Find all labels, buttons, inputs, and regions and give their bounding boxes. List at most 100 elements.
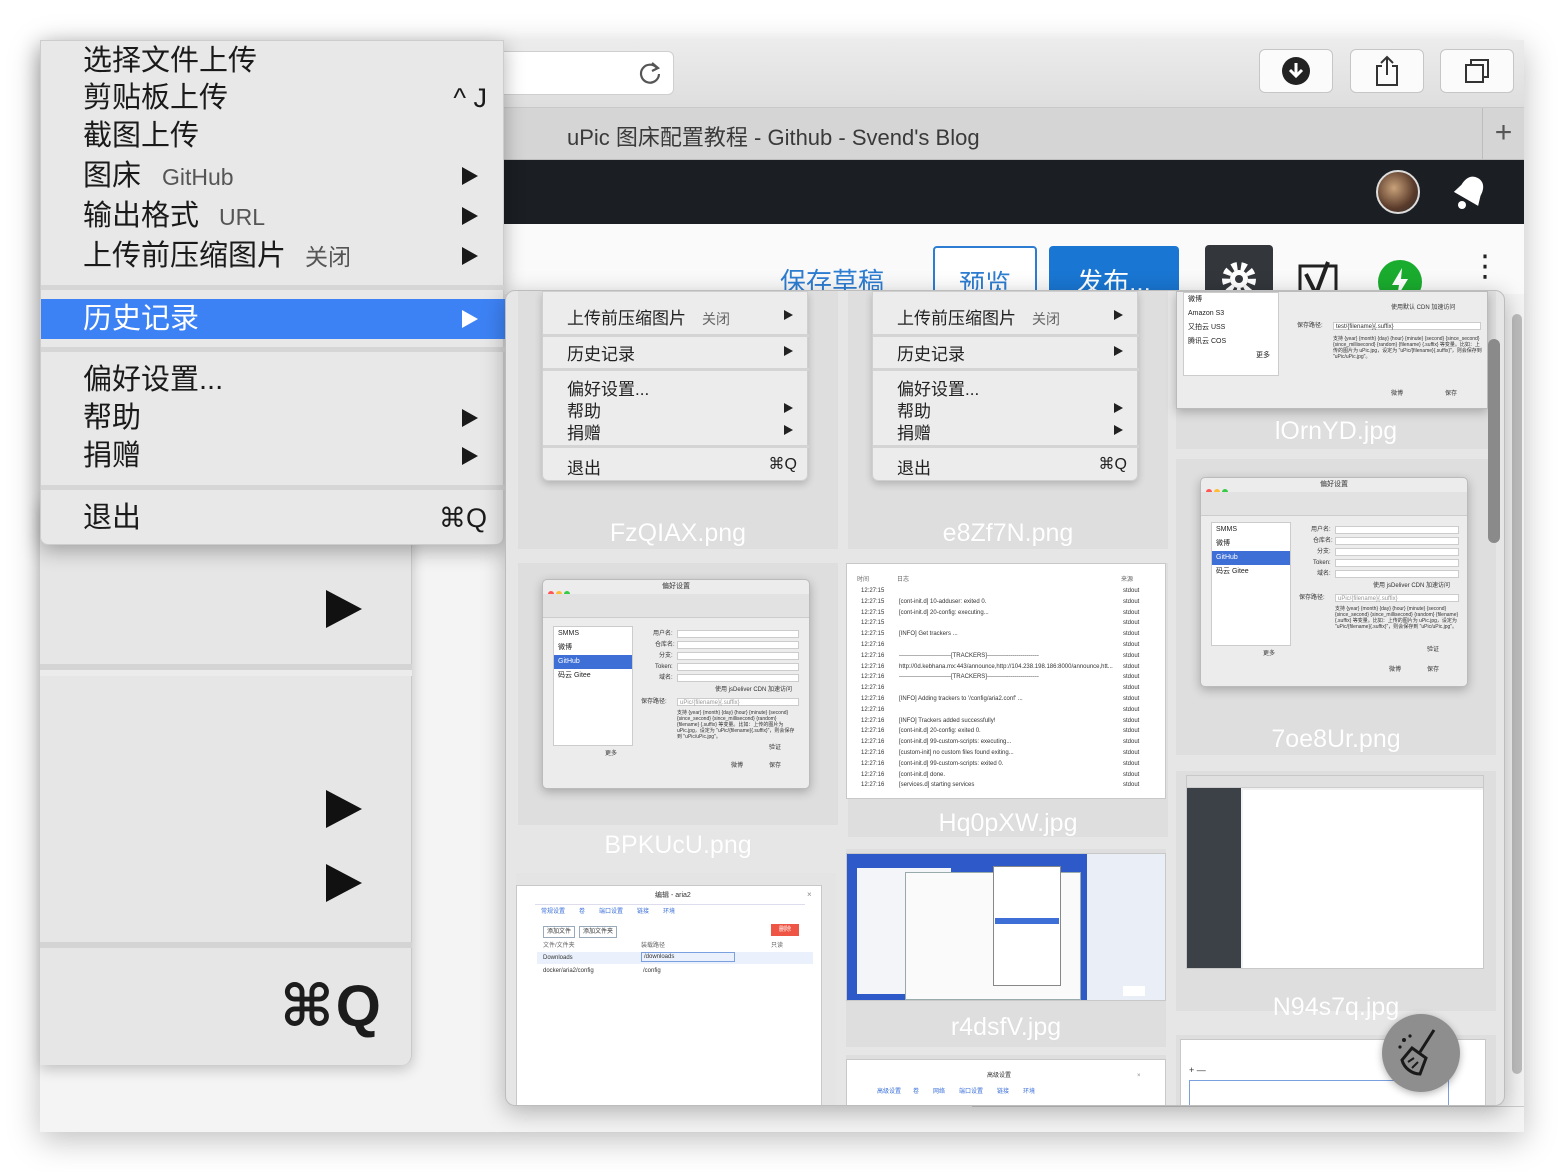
log-cell: 12:27:16 xyxy=(861,685,885,692)
history-thumbnail[interactable]: 编辑 - aria2 × 常规设置 卷 端口设置 链接 环境 添加文件 添加文件… xyxy=(516,873,836,1105)
submenu-arrow-icon xyxy=(462,409,478,427)
menu-item-select-file-upload[interactable]: 选择文件上传 xyxy=(41,41,505,81)
submenu-arrow-icon xyxy=(1114,425,1123,435)
menu-item-clipboard-upload[interactable]: 剪贴板上传 ^ J xyxy=(41,78,505,118)
reload-icon[interactable] xyxy=(637,60,663,86)
menu-item-compress-before-upload[interactable]: 上传前压缩图片 关闭 xyxy=(41,236,505,276)
downloads-button[interactable] xyxy=(1259,49,1333,93)
history-thumbnail[interactable]: 时间 日志 来源 12:27:15 stdout 12:27:15 [cont-ini… xyxy=(846,563,1168,837)
thumb-text: 使用 jsDeliver CDN 加速访问 xyxy=(1373,583,1451,589)
log-cell: 12:27:16 xyxy=(861,728,885,735)
menu-item-label: 图床 xyxy=(83,160,142,192)
submenu-arrow-icon xyxy=(462,310,478,328)
thumbnail-image: 偏好设置 SMMS 微博 GitHub 码云 Gitee 更多 用户名: 仓库名… xyxy=(542,579,810,789)
log-cell: stdout xyxy=(1123,750,1140,756)
menu-item-label: 退出 xyxy=(83,502,142,534)
menu-item-preferences[interactable]: 偏好设置... xyxy=(41,360,505,400)
thumb-text: 捐赠 xyxy=(897,424,931,443)
history-filename: lOrnYD.jpg xyxy=(1274,417,1398,445)
history-filename: Hq0pXW.jpg xyxy=(938,809,1078,837)
history-thumbnail[interactable]: 偏好设置 SMMS 微博 GitHub 码云 Gitee 更多 用户名: 仓库名… xyxy=(518,563,838,859)
share-button[interactable] xyxy=(1350,49,1424,93)
tab-title[interactable]: uPic 图床配置教程 - Github - Svend's Blog xyxy=(567,120,980,152)
menu-separator xyxy=(543,445,809,448)
thumb-field xyxy=(677,630,799,638)
thumb-text: Amazon S3 xyxy=(1188,310,1225,317)
thumb-text: 用户名: xyxy=(1311,527,1331,533)
menu-item-label: 输出格式 xyxy=(83,200,200,232)
thumb-toolbar xyxy=(1187,776,1483,788)
thumb-text: 保存 xyxy=(1427,667,1440,673)
thumbnail-image xyxy=(1186,775,1484,969)
thumb-field xyxy=(1335,548,1459,556)
thumb-text: 环境 xyxy=(1023,1089,1036,1095)
thumb-text: 退出 xyxy=(897,459,931,478)
log-cell: 12:27:16 xyxy=(861,663,885,670)
log-cell: stdout xyxy=(1123,739,1140,746)
menu-item-quit[interactable]: 退出 ⌘Q xyxy=(41,498,505,538)
history-scrollbar[interactable] xyxy=(1488,339,1500,543)
more-options-icon[interactable]: ⋮ xyxy=(1470,252,1500,282)
thumb-text: Downloads xyxy=(543,955,573,961)
log-cell: 12:27:15 xyxy=(861,620,885,627)
menu-item-label: 捐赠 xyxy=(83,440,142,472)
page-scrollbar[interactable] xyxy=(1512,314,1522,1074)
submenu-arrow-icon xyxy=(462,207,478,225)
thumb-text: 关闭 xyxy=(1032,311,1060,327)
log-cell: stdout xyxy=(1123,598,1140,605)
bell-icon[interactable] xyxy=(1450,172,1490,212)
log-cell: 12:27:16 xyxy=(861,674,885,681)
history-thumbnail[interactable]: 偏好设置 SMMS 微博 GitHub 码云 Gitee 更多 用户名: 仓库名… xyxy=(1176,459,1496,755)
thumb-text: GitHub xyxy=(554,655,632,669)
thumb-text: Token: xyxy=(655,664,673,670)
history-thumbnail[interactable]: N94s7q.jpg xyxy=(1176,771,1496,1021)
log-cell: 12:27:15 xyxy=(861,631,885,638)
new-tab-button[interactable]: + xyxy=(1482,108,1524,160)
thumb-text: 用户名: xyxy=(653,631,673,637)
menu-item-output-format[interactable]: 输出格式 URL xyxy=(41,196,505,236)
thumb-text: 验证 xyxy=(769,745,782,751)
submenu-arrow-icon xyxy=(1114,346,1123,356)
thumb-field: uPic/{filename}{.suffix} xyxy=(677,698,799,706)
thumb-text: 验证 xyxy=(1427,647,1440,653)
log-cell: stdout xyxy=(1123,717,1140,724)
thumb-text: 保存 xyxy=(769,763,782,769)
log-cell: stdout xyxy=(1123,631,1140,638)
thumb-text: 仓库名: xyxy=(1313,538,1333,544)
log-cell: 12:27:15 xyxy=(861,588,885,594)
thumb-text: 网络 xyxy=(933,1089,946,1095)
history-filename: BPKUcU.png xyxy=(604,831,752,859)
thumb-text: test/{filename}{.suffix} xyxy=(1336,324,1394,330)
thumb-text: GitHub xyxy=(1212,551,1290,565)
thumb-text: 高级设置 xyxy=(877,1089,902,1095)
menu-item-donate[interactable]: 捐赠 xyxy=(41,436,505,476)
history-thumbnail[interactable]: 微博 Amazon S3 又拍云 USS 腾讯云 COS 更多 使用默认 CDN… xyxy=(1176,291,1496,449)
history-thumbnail[interactable]: r4dsfV.jpg xyxy=(846,849,1166,1047)
thumb-text: 域名: xyxy=(659,675,673,681)
menu-item-label: 上传前压缩图片 xyxy=(83,240,287,272)
tabs-overview-button[interactable] xyxy=(1440,49,1514,93)
thumb-text: 保存路径: xyxy=(1297,323,1323,329)
history-filename: r4dsfV.jpg xyxy=(950,1013,1062,1041)
menu-item-help[interactable]: 帮助 xyxy=(41,398,505,438)
log-cell: stdout xyxy=(1123,696,1140,702)
history-thumbnail[interactable]: 上传前压缩图片 关闭 历史记录 偏好设置... 帮助 捐赠 退出 ⌘Q e8Zf7… xyxy=(848,291,1168,549)
avatar[interactable] xyxy=(1376,170,1420,214)
menu-item-history[interactable]: 历史记录 xyxy=(41,299,505,339)
thumb-text: 删除 xyxy=(771,924,800,936)
menu-item-screenshot-upload[interactable]: 截图上传 xyxy=(41,116,505,156)
history-thumbnail[interactable]: 高级设置 × 高级设置 卷 网络 端口设置 链接 环境 xyxy=(846,1055,1166,1105)
log-cell: 12:27:16 xyxy=(861,717,885,724)
thumbnail-image xyxy=(846,853,1166,1001)
log-cell: [custom-init] no custom files found exit… xyxy=(899,750,1014,756)
clear-history-button[interactable] xyxy=(1382,1014,1460,1092)
log-cell: stdout xyxy=(1123,620,1140,627)
history-thumbnail[interactable]: 上传前压缩图片 关闭 历史记录 偏好设置... 帮助 捐赠 退出 ⌘Q FzQIA… xyxy=(518,291,838,549)
thumb-text: 链接 xyxy=(637,909,650,915)
thumbnail-image: 时间 日志 来源 12:27:15 stdout 12:27:15 [cont-ini… xyxy=(846,563,1166,799)
submenu-arrow-icon xyxy=(784,346,793,356)
log-cell: 12:27:16 xyxy=(861,706,885,713)
thumb-text: 分支: xyxy=(1317,549,1331,555)
menu-item-image-host[interactable]: 图床 GitHub xyxy=(41,156,505,196)
thumbnail-image: 上传前压缩图片 关闭 历史记录 偏好设置... 帮助 捐赠 退出 ⌘Q xyxy=(872,291,1139,481)
